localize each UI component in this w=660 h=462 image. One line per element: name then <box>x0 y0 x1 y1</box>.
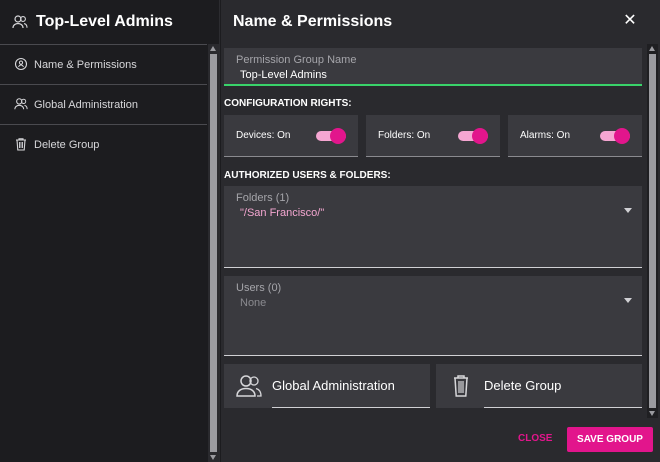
trash-icon <box>454 375 468 397</box>
sidebar-item-label: Global Administration <box>34 98 138 111</box>
toggle-knob <box>614 128 630 144</box>
scroll-up-arrow-icon[interactable] <box>649 46 655 51</box>
alarms-toggle-card[interactable]: Alarms: On <box>508 115 642 157</box>
folders-toggle-switch[interactable] <box>458 128 490 144</box>
toggle-knob <box>330 128 346 144</box>
main-panel: Name & Permissions ✕ Permission Group Na… <box>221 0 660 462</box>
toggle-knob <box>472 128 488 144</box>
close-icon[interactable]: ✕ <box>621 12 639 30</box>
scroll-down-arrow-icon[interactable] <box>210 455 216 460</box>
panel-header: Name & Permissions ✕ <box>221 0 660 44</box>
scrollbar-thumb[interactable] <box>649 54 656 408</box>
folders-toggle-card[interactable]: Folders: On <box>366 115 500 157</box>
field-label: Folders (1) <box>236 192 290 204</box>
field-label: Permission Group Name <box>236 54 357 66</box>
chevron-down-icon[interactable] <box>624 208 632 213</box>
sidebar-item-label: Name & Permissions <box>34 58 137 71</box>
toggle-label: Devices: On <box>236 130 291 141</box>
sidebar-item-delete-group[interactable]: Delete Group <box>0 124 207 164</box>
button-label: Delete Group <box>484 378 562 393</box>
app-root: Top-Level Admins Name & Permissions Glob… <box>0 0 660 462</box>
sidebar-header: Top-Level Admins <box>0 0 220 44</box>
field-label: Users (0) <box>236 282 282 294</box>
field-value[interactable]: Top-Level Admins <box>240 69 327 81</box>
panel-scrollbar[interactable] <box>647 44 658 418</box>
devices-toggle-switch[interactable] <box>316 128 348 144</box>
folders-select[interactable]: Folders (1) "/San Francisco/" <box>224 186 642 268</box>
folder-chip[interactable]: "/San Francisco/" <box>240 207 324 219</box>
close-button[interactable]: CLOSE <box>518 433 552 444</box>
sidebar-item-global-administration[interactable]: Global Administration <box>0 84 207 124</box>
sidebar-nav: Name & Permissions Global Administration… <box>0 44 207 164</box>
trash-icon <box>16 138 26 151</box>
sidebar-title: Top-Level Admins <box>36 13 173 30</box>
devices-toggle-card[interactable]: Devices: On <box>224 115 358 157</box>
delete-group-button[interactable]: Delete Group <box>436 364 642 408</box>
group-icon <box>14 98 28 110</box>
authorized-users-folders-heading: AUTHORIZED USERS & FOLDERS: <box>224 170 391 181</box>
button-underline <box>272 407 430 408</box>
chevron-down-icon[interactable] <box>624 298 632 303</box>
scroll-up-arrow-icon[interactable] <box>210 46 216 51</box>
scrollbar-thumb[interactable] <box>210 54 217 452</box>
users-select[interactable]: Users (0) None <box>224 276 642 356</box>
sidebar: Top-Level Admins Name & Permissions Glob… <box>0 0 220 462</box>
scroll-down-arrow-icon[interactable] <box>649 411 655 416</box>
sidebar-item-name-permissions[interactable]: Name & Permissions <box>0 44 207 84</box>
sidebar-scrollbar[interactable] <box>208 44 219 462</box>
panel-title: Name & Permissions <box>233 13 393 30</box>
sidebar-item-label: Delete Group <box>34 138 100 151</box>
toggle-label: Alarms: On <box>520 130 571 141</box>
button-label: Global Administration <box>272 378 395 393</box>
users-placeholder: None <box>240 297 267 309</box>
group-icon <box>12 15 28 29</box>
button-underline <box>484 407 642 408</box>
group-icon <box>236 375 262 397</box>
toggle-label: Folders: On <box>378 130 431 141</box>
configuration-rights-heading: CONFIGURATION RIGHTS: <box>224 98 352 109</box>
save-group-button[interactable]: SAVE GROUP <box>567 427 653 452</box>
alarms-toggle-switch[interactable] <box>600 128 632 144</box>
badge-icon <box>14 57 28 71</box>
permission-group-name-field[interactable]: Permission Group Name Top-Level Admins <box>224 48 642 86</box>
global-administration-button[interactable]: Global Administration <box>224 364 430 408</box>
